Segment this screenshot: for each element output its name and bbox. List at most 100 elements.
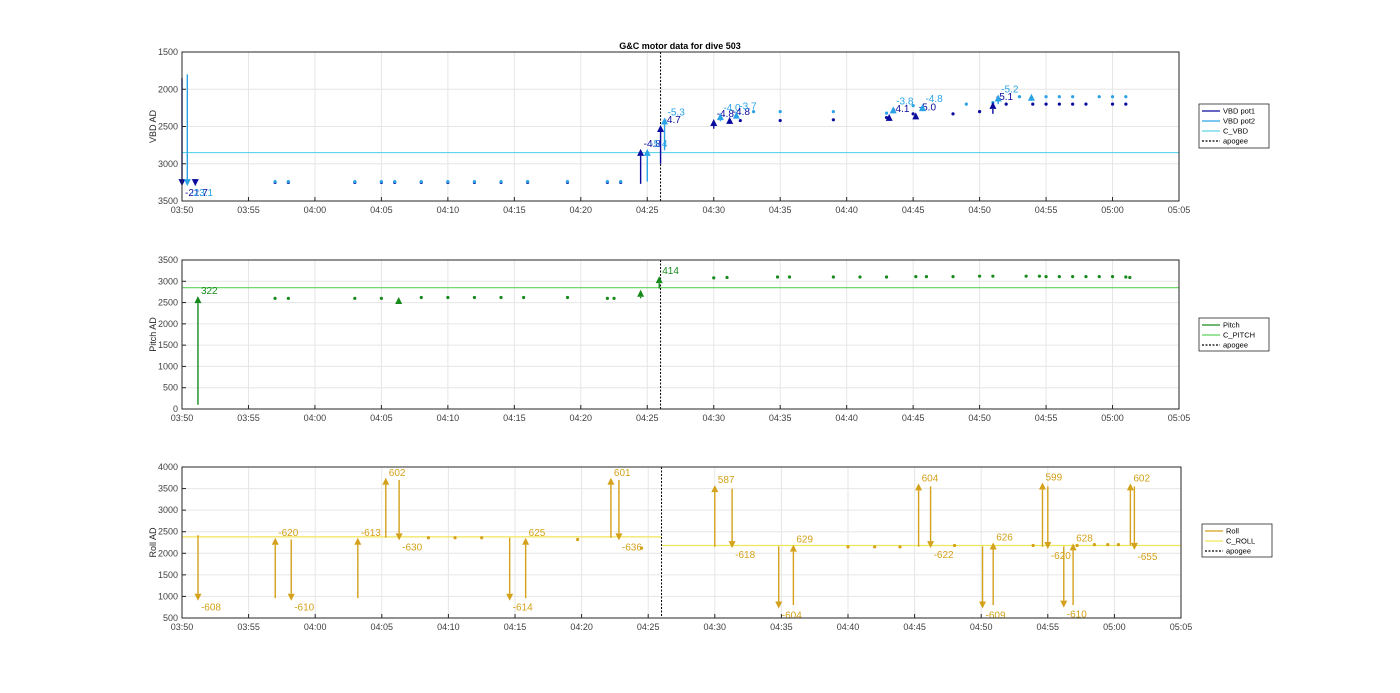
legend-entry: C_VBD (1223, 127, 1249, 136)
data-point (725, 275, 729, 280)
y-tick-label: 500 (163, 383, 178, 393)
y-tick-label: 3000 (158, 276, 178, 286)
data-point (914, 275, 918, 279)
data-point (286, 296, 290, 300)
move-value-label: 414 (662, 266, 679, 277)
y-axis-label: Pitch AD (148, 317, 158, 352)
x-tick-label: 04:30 (702, 205, 725, 215)
data-point (964, 102, 968, 106)
vbd-panel: 03:50 03:55 04:00 04:05 04:10 04:15 04:20 04:25… (148, 47, 1270, 215)
data-point (480, 536, 484, 540)
x-tick-label: 04:50 (968, 413, 991, 423)
x-tick-label: 04:55 (1035, 413, 1058, 423)
move-value-label: -613 (361, 528, 381, 539)
move-value-label: -3.8 (896, 96, 914, 107)
x-tick-label: 04:05 (371, 622, 394, 632)
move-value-label: -655 (1137, 552, 1157, 563)
x-tick-label: 04:30 (702, 413, 725, 423)
x-tick-label: 05:00 (1101, 205, 1124, 215)
data-point (951, 275, 955, 279)
y-axis-label: VBD AD (148, 109, 158, 143)
plot-area (182, 260, 1179, 409)
move-value-label: -609 (986, 611, 1006, 622)
move-value-label: -630 (402, 542, 422, 553)
move-value-label: 604 (922, 473, 939, 484)
data-point (778, 110, 782, 114)
legend-entry: Pitch (1223, 321, 1240, 330)
x-tick-label: 04:05 (370, 413, 393, 423)
data-point (1110, 275, 1115, 279)
x-tick-label: 04:00 (304, 205, 327, 215)
x-tick-label: 05:05 (1168, 413, 1191, 423)
x-tick-label: 03:50 (171, 413, 194, 423)
x-tick-label: 03:55 (237, 413, 260, 423)
move-value-label: -5.2 (1001, 84, 1019, 95)
data-point (873, 545, 877, 549)
data-point (787, 275, 792, 279)
y-tick-label: 1000 (158, 361, 178, 371)
data-point (499, 295, 503, 300)
x-tick-label: 04:35 (769, 205, 792, 215)
data-point (1071, 275, 1075, 279)
x-tick-label: 04:00 (304, 413, 327, 423)
move-value-label: 629 (796, 535, 813, 546)
data-point (1110, 95, 1115, 99)
data-point (858, 275, 862, 279)
data-point (1031, 543, 1035, 548)
data-point (738, 118, 742, 123)
move-value-label: -3.7 (739, 102, 757, 113)
y-tick-label: 500 (163, 613, 178, 623)
move-value-label: -5.4 (650, 139, 668, 150)
x-tick-label: 04:35 (770, 622, 793, 632)
data-point (446, 295, 450, 300)
x-tick-label: 04:50 (970, 622, 993, 632)
data-point (499, 180, 503, 184)
data-point (565, 180, 570, 184)
data-point (898, 545, 902, 549)
data-point (1057, 102, 1061, 106)
move-value-label: -610 (294, 603, 314, 614)
legend: RollC_ROLLapogee (1201, 523, 1273, 558)
data-point (472, 295, 477, 300)
data-point (952, 543, 957, 548)
data-point (1084, 275, 1088, 279)
data-point (978, 110, 982, 114)
y-tick-label: 2000 (158, 319, 178, 329)
data-point (884, 275, 889, 279)
data-point (273, 180, 277, 184)
data-point (619, 180, 623, 184)
x-tick-label: 04:45 (903, 622, 926, 632)
data-point (978, 274, 982, 278)
y-tick-label: 3500 (158, 484, 178, 494)
data-point (1031, 102, 1035, 106)
x-tick-label: 04:25 (637, 622, 660, 632)
data-point (379, 296, 383, 300)
x-tick-label: 04:40 (837, 622, 860, 632)
move-value-label: 628 (1076, 533, 1093, 544)
data-point (1106, 543, 1110, 547)
move-value-label: -636 (622, 542, 642, 553)
data-point (526, 180, 530, 184)
pitch-panel: 03:50 03:55 04:00 04:05 04:10 04:15 04:20 04:25… (148, 255, 1270, 423)
data-point (778, 118, 782, 123)
data-point (884, 111, 889, 115)
data-point (911, 112, 915, 116)
x-tick-label: 04:45 (902, 413, 925, 423)
legend: PitchC_PITCHapogee (1198, 317, 1270, 352)
legend-entry: apogee (1226, 547, 1251, 556)
data-point (831, 110, 835, 114)
data-point (1110, 102, 1115, 106)
legend-entry: apogee (1223, 137, 1248, 146)
legend-entry: C_ROLL (1226, 537, 1255, 546)
x-tick-label: 04:15 (503, 413, 526, 423)
move-value-label: 602 (1133, 473, 1150, 484)
data-point (565, 295, 570, 300)
x-tick-label: 04:10 (437, 413, 460, 423)
x-tick-label: 04:45 (902, 205, 925, 215)
x-tick-label: 04:40 (835, 205, 858, 215)
data-point (1017, 95, 1022, 99)
move-value-label: -23.1 (190, 188, 213, 199)
y-tick-label: 1500 (158, 47, 178, 57)
move-value-label: -620 (1051, 551, 1071, 562)
data-point (419, 180, 423, 184)
